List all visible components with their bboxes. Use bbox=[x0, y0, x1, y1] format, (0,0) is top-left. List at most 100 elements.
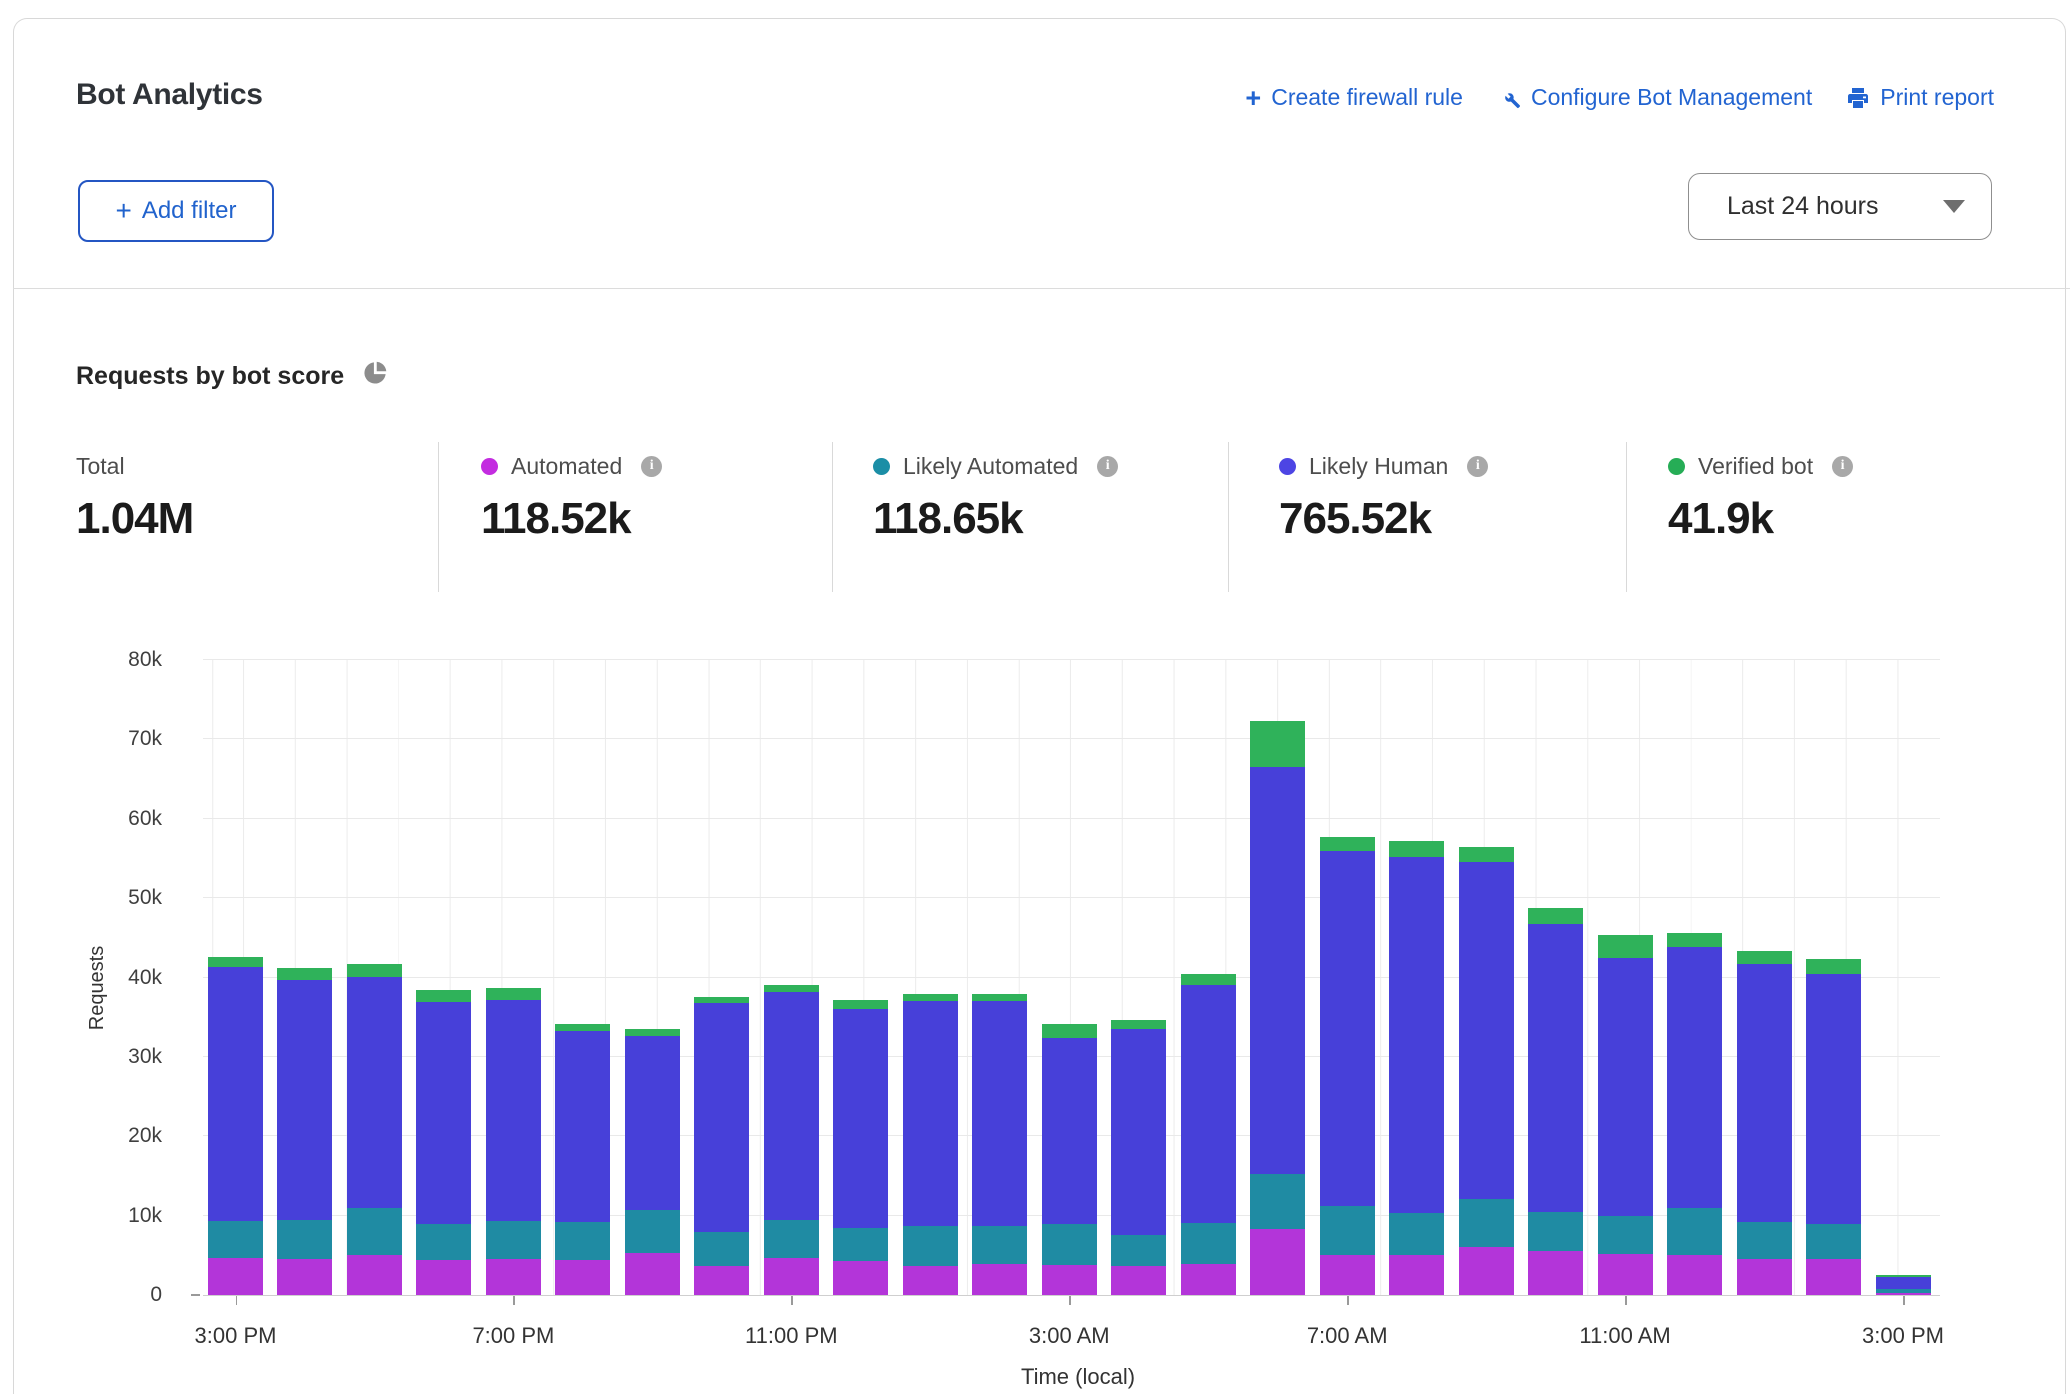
info-icon[interactable]: i bbox=[1832, 456, 1853, 477]
bar-segment bbox=[694, 1266, 749, 1295]
bar-4[interactable] bbox=[486, 988, 541, 1295]
bar-15[interactable] bbox=[1250, 721, 1305, 1295]
add-filter-button[interactable]: + Add filter bbox=[78, 180, 274, 242]
bar-segment bbox=[347, 977, 402, 1208]
info-icon[interactable]: i bbox=[1097, 456, 1118, 477]
configure-bot-management-link[interactable]: Configure Bot Management bbox=[1497, 84, 1812, 111]
bar-23[interactable] bbox=[1806, 959, 1861, 1295]
x-axis-tick bbox=[1903, 1296, 1905, 1305]
bar-segment bbox=[555, 1031, 610, 1222]
bar-segment bbox=[972, 1226, 1027, 1264]
bar-segment bbox=[972, 1001, 1027, 1226]
gridline bbox=[203, 897, 1940, 898]
bar-segment bbox=[1737, 1259, 1792, 1295]
bar-segment bbox=[1459, 1199, 1514, 1247]
bar-segment bbox=[208, 1221, 263, 1258]
section-title: Requests by bot score bbox=[76, 362, 344, 391]
x-tick-label: 3:00 PM bbox=[136, 1323, 336, 1349]
bar-11[interactable] bbox=[972, 994, 1027, 1295]
printer-icon bbox=[1846, 86, 1870, 110]
bar-segment bbox=[347, 1208, 402, 1255]
bar-segment bbox=[903, 1226, 958, 1266]
bar-segment bbox=[1320, 1206, 1375, 1254]
bar-segment bbox=[833, 1000, 888, 1010]
bar-segment bbox=[1598, 958, 1653, 1216]
bar-segment bbox=[1876, 1293, 1931, 1295]
gridline bbox=[203, 659, 1940, 660]
automated-legend-dot bbox=[481, 458, 498, 475]
x-axis-tick bbox=[513, 1296, 515, 1305]
bar-segment bbox=[1667, 933, 1722, 947]
bar-segment bbox=[486, 1259, 541, 1296]
print-report-link[interactable]: Print report bbox=[1846, 84, 1994, 111]
bar-segment bbox=[1806, 1259, 1861, 1295]
bar-segment bbox=[1459, 862, 1514, 1199]
bar-segment bbox=[555, 1222, 610, 1260]
bar-segment bbox=[1250, 767, 1305, 1173]
bar-segment bbox=[1528, 908, 1583, 924]
bar-3[interactable] bbox=[416, 990, 471, 1295]
bar-segment bbox=[347, 1255, 402, 1295]
bar-segment bbox=[1737, 964, 1792, 1222]
time-range-select[interactable]: Last 24 hours bbox=[1688, 173, 1992, 240]
stat-likely-human-label: Likely Human bbox=[1309, 453, 1448, 480]
stat-likely-automated-value: 118.65k bbox=[873, 494, 1118, 544]
x-tick-label: 3:00 PM bbox=[1803, 1323, 2003, 1349]
bar-segment bbox=[486, 988, 541, 1000]
bar-24[interactable] bbox=[1876, 1275, 1931, 1295]
bar-6[interactable] bbox=[625, 1029, 680, 1295]
bar-segment bbox=[833, 1228, 888, 1261]
bar-segment bbox=[1528, 924, 1583, 1212]
bar-segment bbox=[1320, 851, 1375, 1206]
bar-0[interactable] bbox=[208, 957, 263, 1295]
bar-18[interactable] bbox=[1459, 847, 1514, 1295]
bar-2[interactable] bbox=[347, 964, 402, 1295]
bar-segment bbox=[1806, 1224, 1861, 1259]
bar-segment bbox=[1042, 1038, 1097, 1225]
bar-22[interactable] bbox=[1737, 951, 1792, 1295]
wrench-icon bbox=[1497, 86, 1521, 110]
stat-separator bbox=[438, 442, 439, 592]
bar-7[interactable] bbox=[694, 997, 749, 1295]
x-axis-tick bbox=[236, 1296, 238, 1305]
bar-segment bbox=[764, 985, 819, 992]
bar-9[interactable] bbox=[833, 1000, 888, 1295]
create-firewall-rule-link[interactable]: + Create firewall rule bbox=[1245, 84, 1463, 111]
info-icon[interactable]: i bbox=[641, 456, 662, 477]
bar-segment bbox=[486, 1000, 541, 1221]
y-tick-label: 50k bbox=[72, 886, 162, 910]
gridline bbox=[203, 738, 1940, 739]
bar-5[interactable] bbox=[555, 1024, 610, 1295]
bar-segment bbox=[1250, 721, 1305, 767]
bar-segment bbox=[764, 992, 819, 1221]
bar-segment bbox=[277, 1259, 332, 1296]
stat-automated-value: 118.52k bbox=[481, 494, 662, 544]
stat-total-value: 1.04M bbox=[76, 494, 193, 544]
bar-segment bbox=[1389, 857, 1444, 1213]
bar-16[interactable] bbox=[1320, 837, 1375, 1295]
bar-segment bbox=[1042, 1265, 1097, 1295]
bar-segment bbox=[277, 980, 332, 1220]
bar-10[interactable] bbox=[903, 994, 958, 1295]
bar-segment bbox=[1250, 1229, 1305, 1295]
bar-segment bbox=[1806, 974, 1861, 1225]
bar-13[interactable] bbox=[1111, 1020, 1166, 1295]
bar-segment bbox=[1806, 959, 1861, 973]
bar-21[interactable] bbox=[1667, 933, 1722, 1295]
bar-17[interactable] bbox=[1389, 841, 1444, 1295]
bar-segment bbox=[1667, 1255, 1722, 1295]
bar-14[interactable] bbox=[1181, 974, 1236, 1295]
stat-verified-bot-value: 41.9k bbox=[1668, 494, 1853, 544]
bar-20[interactable] bbox=[1598, 935, 1653, 1295]
bar-12[interactable] bbox=[1042, 1024, 1097, 1295]
bar-8[interactable] bbox=[764, 985, 819, 1295]
gridline bbox=[203, 818, 1940, 819]
bar-segment bbox=[208, 957, 263, 967]
header-divider bbox=[13, 288, 2070, 289]
y-tick-label: 40k bbox=[72, 966, 162, 990]
bar-segment bbox=[1111, 1266, 1166, 1295]
info-icon[interactable]: i bbox=[1467, 456, 1488, 477]
x-tick-label: 7:00 PM bbox=[413, 1323, 613, 1349]
bar-19[interactable] bbox=[1528, 908, 1583, 1295]
bar-1[interactable] bbox=[277, 968, 332, 1295]
